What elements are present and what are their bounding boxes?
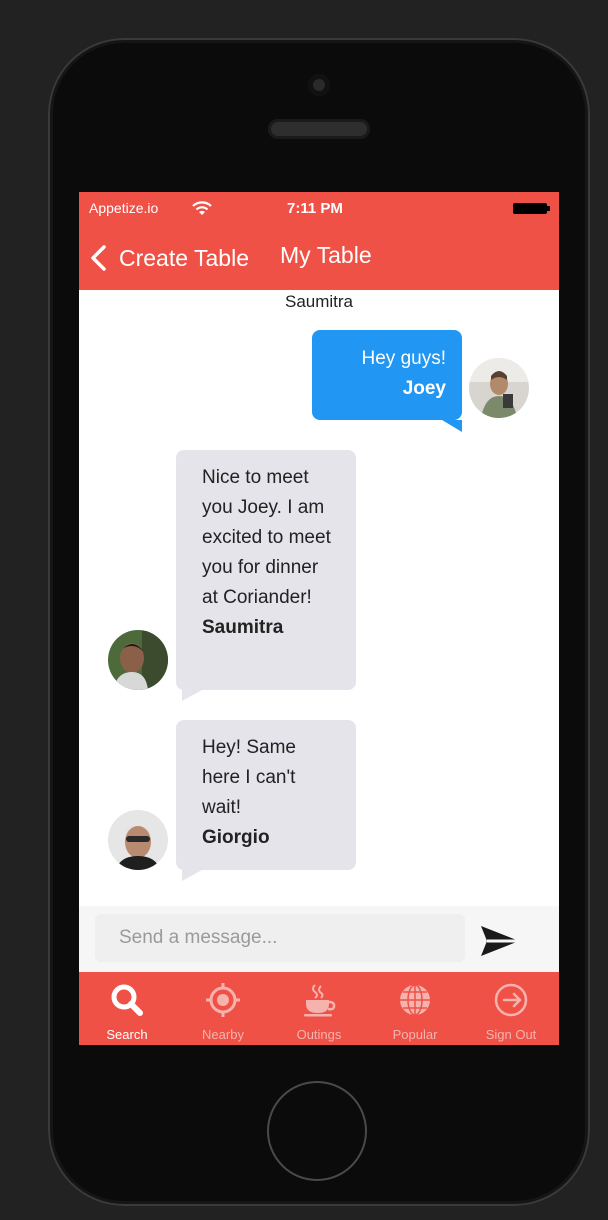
avatar-giorgio[interactable] [108, 810, 168, 870]
message-text: Nice to meet you Joey. I am excited to m… [202, 467, 331, 608]
tab-label: Sign Out [485, 1027, 537, 1042]
battery-icon [513, 203, 547, 214]
tab-label: Search [106, 1027, 148, 1042]
message-author: Saumitra [202, 617, 284, 638]
back-button-label: Create Table [119, 244, 249, 271]
message-author: Giorgio [202, 827, 270, 848]
message-author: Joey [402, 378, 446, 399]
message-text: Hey guys! [361, 348, 446, 369]
avatar-image [108, 630, 168, 690]
tab-label: Popular [392, 1027, 438, 1042]
message-text: Hey! Same here I can't wait! [202, 737, 296, 818]
back-button[interactable]: Create Table [89, 241, 249, 275]
avatar-image [469, 358, 529, 418]
search-icon [111, 984, 143, 1016]
home-button[interactable] [267, 1081, 367, 1181]
tab-label: Nearby [202, 1027, 244, 1042]
tab-nearby[interactable]: Nearby [175, 972, 271, 1045]
avatar-saumitra[interactable] [108, 630, 168, 690]
tab-label: Outings [296, 1027, 342, 1042]
message-input[interactable] [95, 914, 465, 962]
camera-icon [308, 74, 330, 96]
coffee-cup-icon [304, 984, 336, 1017]
status-time: 7:11 PM [287, 200, 343, 217]
chevron-left-icon [91, 245, 106, 271]
chat-table-member: Saumitra [284, 292, 354, 311]
top-bar: Appetize.io 7:11 PM Create Table My Tabl… [79, 192, 559, 290]
target-icon [206, 983, 240, 1017]
message-bubble-incoming: Hey! Same here I can't wait! Giorgio [176, 720, 356, 881]
battery-tip [547, 206, 550, 211]
avatar-image [108, 810, 168, 870]
wifi-icon [192, 201, 212, 215]
send-icon[interactable] [479, 924, 521, 958]
tab-bar: Search Nearby Outings Popular Sign Out [79, 972, 559, 1045]
tab-sign-out[interactable]: Sign Out [463, 972, 559, 1045]
globe-icon [400, 984, 430, 1016]
tab-search[interactable]: Search [79, 972, 175, 1045]
tab-outings[interactable]: Outings [271, 972, 367, 1045]
avatar-joey[interactable] [469, 358, 529, 418]
sign-out-icon [494, 983, 528, 1017]
speaker-grille [268, 119, 370, 139]
status-carrier: Appetize.io [89, 200, 159, 216]
message-bubble-incoming: Nice to meet you Joey. I am excited to m… [176, 450, 356, 701]
tab-popular[interactable]: Popular [367, 972, 463, 1045]
page-title: My Table [280, 242, 372, 268]
message-composer [79, 906, 559, 972]
message-bubble-outgoing: Hey guys! Joey [312, 330, 462, 432]
app-screen: Appetize.io 7:11 PM Create Table My Tabl… [79, 192, 559, 1045]
